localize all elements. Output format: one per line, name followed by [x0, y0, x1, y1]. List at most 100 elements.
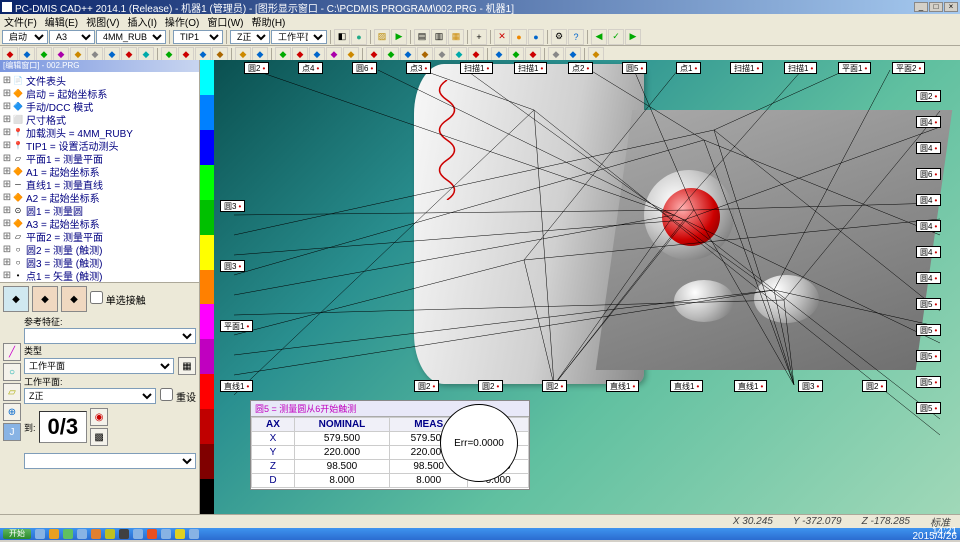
play-icon[interactable]: ▶: [391, 29, 407, 45]
feature-label[interactable]: 圆4: [916, 272, 941, 284]
bottom-combo[interactable]: [24, 453, 196, 469]
feature-label[interactable]: 圆4: [916, 142, 941, 154]
orange-icon[interactable]: ●: [511, 29, 527, 45]
tip-combo[interactable]: 4MM_RUBY: [96, 30, 166, 44]
program-tree[interactable]: ⊞📄文件表头⊞🔶启动 = 起始坐标系⊞🔷手动/DCC 模式⊞⬜尺寸格式⊞📍加载测…: [0, 72, 199, 282]
clear-icon[interactable]: ▩: [90, 428, 108, 446]
feature-label[interactable]: 点4: [298, 62, 323, 74]
taskbar-icon[interactable]: [147, 529, 157, 539]
feature-label[interactable]: 平面1: [838, 62, 871, 74]
feature-label[interactable]: 直线1: [606, 380, 639, 392]
measure-icon-3[interactable]: ◆: [61, 286, 87, 312]
menu-item[interactable]: 窗口(W): [207, 14, 243, 29]
doc-icon[interactable]: ▤: [414, 29, 430, 45]
feature-label[interactable]: 圆2: [862, 380, 887, 392]
feature-label[interactable]: 圆4: [916, 220, 941, 232]
probe-combo[interactable]: A3: [49, 30, 95, 44]
plane-tool-icon[interactable]: ▱: [3, 383, 21, 401]
cube-icon[interactable]: ◧: [334, 29, 350, 45]
menu-item[interactable]: 编辑(E): [45, 14, 78, 29]
feature-label[interactable]: 圆2: [542, 380, 567, 392]
measure-icon-1[interactable]: ◆: [3, 286, 29, 312]
feature-label[interactable]: 直线1: [734, 380, 767, 392]
apply-icon[interactable]: ◉: [90, 408, 108, 426]
taskbar-icon[interactable]: [133, 529, 143, 539]
feature-label[interactable]: 点2: [568, 62, 593, 74]
taskbar-icon[interactable]: [189, 529, 199, 539]
plane-combo[interactable]: Z正: [230, 30, 270, 44]
taskbar-icon[interactable]: [161, 529, 171, 539]
help-icon[interactable]: ?: [568, 29, 584, 45]
taskbar-icon[interactable]: [91, 529, 101, 539]
feature-label[interactable]: 圆3: [798, 380, 823, 392]
feature-label[interactable]: 圆6: [916, 168, 941, 180]
zoom-plus-icon[interactable]: +: [471, 29, 487, 45]
wp-combo[interactable]: 工作平面: [271, 30, 327, 44]
j-tool-icon[interactable]: J: [3, 423, 21, 441]
feature-label[interactable]: 平面2: [892, 62, 925, 74]
feature-label[interactable]: 圆4: [916, 246, 941, 258]
taskbar-icon[interactable]: [35, 529, 45, 539]
menu-item[interactable]: 视图(V): [86, 14, 119, 29]
taskbar-icon[interactable]: [105, 529, 115, 539]
feature-label[interactable]: 圆5: [916, 298, 941, 310]
feature-label[interactable]: 圆2: [414, 380, 439, 392]
menu-item[interactable]: 插入(I): [127, 14, 156, 29]
feature-label[interactable]: 圆3: [220, 200, 245, 212]
menu-item[interactable]: 文件(F): [4, 14, 37, 29]
taskbar-icon[interactable]: [77, 529, 87, 539]
menu-item[interactable]: 帮助(H): [251, 14, 285, 29]
feature-label[interactable]: 圆5: [916, 324, 941, 336]
circle-tool-icon[interactable]: ○: [3, 363, 21, 381]
start-button[interactable]: 开始: [3, 529, 31, 539]
taskbar-icon[interactable]: [119, 529, 129, 539]
text-icon[interactable]: ▥: [431, 29, 447, 45]
feature-label[interactable]: 圆5: [916, 350, 941, 362]
measure-icon-2[interactable]: ◆: [32, 286, 58, 312]
ref-feat-combo[interactable]: [24, 328, 196, 344]
view-cube-icon[interactable]: ▦: [178, 357, 196, 375]
brush-icon[interactable]: ▨: [374, 29, 390, 45]
feature-label[interactable]: 扫描1: [730, 62, 763, 74]
menu-item[interactable]: 操作(O): [165, 14, 199, 29]
feature-label[interactable]: 圆6: [352, 62, 377, 74]
feature-label[interactable]: 直线1: [670, 380, 703, 392]
red-x-icon[interactable]: ✕: [494, 29, 510, 45]
feature-label[interactable]: 圆2: [916, 90, 941, 102]
feature-label[interactable]: 点1: [676, 62, 701, 74]
target-tool-icon[interactable]: ⊕: [3, 403, 21, 421]
close-button[interactable]: ×: [944, 2, 958, 12]
tip2-combo[interactable]: TIP1: [173, 30, 223, 44]
feature-label[interactable]: 扫描1: [514, 62, 547, 74]
single-select-check[interactable]: 单选接触: [90, 291, 146, 307]
feature-label[interactable]: 圆4: [916, 194, 941, 206]
wp2-combo[interactable]: Z正: [24, 388, 156, 404]
feature-label[interactable]: 直线1: [220, 380, 253, 392]
feature-label[interactable]: 圆2: [478, 380, 503, 392]
folder-icon[interactable]: ▦: [448, 29, 464, 45]
check-icon[interactable]: ✓: [608, 29, 624, 45]
feature-label[interactable]: 圆5: [622, 62, 647, 74]
taskbar-icon[interactable]: [49, 529, 59, 539]
feature-label[interactable]: 点3: [406, 62, 431, 74]
feature-label[interactable]: 扫描1: [784, 62, 817, 74]
globe-icon[interactable]: ●: [351, 29, 367, 45]
arrow-right-icon[interactable]: ▶: [625, 29, 641, 45]
feature-label[interactable]: 圆5: [916, 402, 941, 414]
feature-label[interactable]: 圆4: [916, 116, 941, 128]
reset-check[interactable]: 重设: [160, 388, 196, 404]
taskbar-icon[interactable]: [175, 529, 185, 539]
minimize-button[interactable]: _: [914, 2, 928, 12]
feature-label[interactable]: 圆3: [220, 260, 245, 272]
taskbar-icon[interactable]: [63, 529, 73, 539]
line-tool-icon[interactable]: ╱: [3, 343, 21, 361]
startup-combo[interactable]: 启动: [2, 30, 48, 44]
type-combo[interactable]: 工作平面: [24, 358, 174, 374]
settings-icon[interactable]: ⚙: [551, 29, 567, 45]
feature-label[interactable]: 圆5: [916, 376, 941, 388]
feature-label[interactable]: 圆2: [244, 62, 269, 74]
feature-label[interactable]: 平面1: [220, 320, 253, 332]
feature-label[interactable]: 扫描1: [460, 62, 493, 74]
blue-icon[interactable]: ●: [528, 29, 544, 45]
arrow-left-icon[interactable]: ◀: [591, 29, 607, 45]
